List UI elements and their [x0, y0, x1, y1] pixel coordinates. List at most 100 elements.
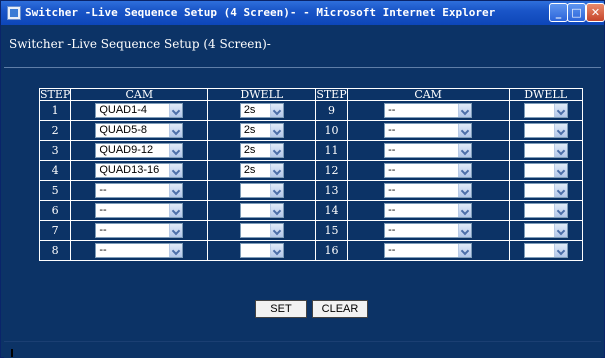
- cam-select[interactable]: --: [384, 143, 473, 158]
- step-number: 13: [315, 180, 348, 201]
- cam-select[interactable]: --: [384, 163, 473, 178]
- cam-select[interactable]: QUAD5-8: [95, 123, 184, 138]
- chevron-down-icon[interactable]: [553, 104, 567, 117]
- chevron-down-icon[interactable]: [458, 184, 472, 197]
- chevron-down-icon[interactable]: [269, 204, 283, 217]
- cam-select[interactable]: --: [95, 183, 184, 198]
- dwell-header: DWELL: [207, 88, 317, 101]
- cam-select[interactable]: --: [384, 203, 473, 218]
- dwell-cell: [508, 200, 583, 221]
- cam-select[interactable]: --: [384, 183, 473, 198]
- chevron-down-icon[interactable]: [269, 144, 283, 157]
- chevron-down-icon[interactable]: [269, 244, 283, 257]
- dwell-select[interactable]: 2s: [239, 123, 284, 138]
- chevron-down-icon[interactable]: [458, 204, 472, 217]
- cam-select[interactable]: --: [384, 243, 473, 258]
- status-marker: [11, 349, 13, 357]
- step-number: 12: [315, 160, 348, 181]
- cam-select[interactable]: --: [95, 203, 184, 218]
- cam-select[interactable]: --: [95, 243, 184, 258]
- dwell-select[interactable]: [523, 163, 568, 178]
- chevron-down-icon[interactable]: [169, 204, 183, 217]
- dwell-cell: [508, 180, 583, 201]
- minimize-button[interactable]: _: [549, 3, 568, 22]
- chevron-down-icon[interactable]: [269, 184, 283, 197]
- chevron-down-icon[interactable]: [169, 144, 183, 157]
- dwell-select[interactable]: [523, 143, 568, 158]
- chevron-down-icon[interactable]: [553, 124, 567, 137]
- status-bar: [4, 341, 601, 358]
- chevron-down-icon[interactable]: [169, 164, 183, 177]
- dwell-cell: [508, 220, 583, 241]
- dwell-select[interactable]: [239, 243, 284, 258]
- table-header-row: STEP CAM DWELL STEP CAM DWELL: [38, 88, 583, 101]
- cam-cell: --: [346, 140, 510, 161]
- cam-cell: --: [70, 180, 209, 201]
- dwell-select[interactable]: [239, 203, 284, 218]
- cam-select[interactable]: --: [95, 223, 184, 238]
- cam-cell: QUAD13-16: [70, 160, 209, 181]
- chevron-down-icon[interactable]: [458, 224, 472, 237]
- cam-cell: --: [346, 180, 510, 201]
- close-button[interactable]: ✕: [586, 3, 605, 22]
- dwell-select[interactable]: 2s: [239, 143, 284, 158]
- chevron-down-icon[interactable]: [169, 104, 183, 117]
- chevron-down-icon[interactable]: [269, 104, 283, 117]
- cam-select[interactable]: QUAD9-12: [95, 143, 184, 158]
- step-number: 11: [315, 140, 348, 161]
- chevron-down-icon[interactable]: [458, 244, 472, 257]
- chevron-down-icon[interactable]: [553, 184, 567, 197]
- chevron-down-icon[interactable]: [553, 224, 567, 237]
- dwell-select[interactable]: [239, 183, 284, 198]
- chevron-down-icon[interactable]: [553, 144, 567, 157]
- dwell-cell: 2s: [207, 160, 317, 181]
- chevron-down-icon[interactable]: [553, 244, 567, 257]
- table-row: 3 QUAD9-12 2s 11 --: [38, 140, 583, 161]
- cam-cell: --: [346, 100, 510, 121]
- dwell-select[interactable]: 2s: [239, 163, 284, 178]
- title-bar[interactable]: Switcher -Live Sequence Setup (4 Screen)…: [1, 1, 605, 25]
- chevron-down-icon[interactable]: [458, 124, 472, 137]
- chevron-down-icon[interactable]: [458, 164, 472, 177]
- cam-select[interactable]: --: [384, 123, 473, 138]
- table-body: 1 QUAD1-4 2s 9 -- 2 QUAD5-8 2s 10 -- 3 QUAD9-12 2s 11…: [38, 100, 583, 261]
- dwell-cell: 2s: [207, 140, 317, 161]
- chevron-down-icon[interactable]: [553, 204, 567, 217]
- chevron-down-icon[interactable]: [553, 164, 567, 177]
- chevron-down-icon[interactable]: [169, 224, 183, 237]
- step-number: 6: [38, 200, 72, 221]
- dwell-select[interactable]: [523, 223, 568, 238]
- dwell-select[interactable]: [523, 243, 568, 258]
- dwell-select[interactable]: 2s: [239, 103, 284, 118]
- chevron-down-icon[interactable]: [269, 224, 283, 237]
- chevron-down-icon[interactable]: [169, 124, 183, 137]
- dwell-select[interactable]: [523, 103, 568, 118]
- chevron-down-icon[interactable]: [169, 244, 183, 257]
- set-button[interactable]: SET: [255, 300, 307, 318]
- chevron-down-icon[interactable]: [169, 184, 183, 197]
- cam-select[interactable]: QUAD13-16: [95, 163, 184, 178]
- dwell-select[interactable]: [239, 223, 284, 238]
- dwell-cell: [508, 120, 583, 141]
- chevron-down-icon[interactable]: [458, 144, 472, 157]
- dwell-cell: [508, 140, 583, 161]
- cam-cell: --: [70, 220, 209, 241]
- sequence-table: STEP CAM DWELL STEP CAM DWELL 1 QUAD1-4 2s…: [38, 88, 583, 261]
- cam-cell: QUAD5-8: [70, 120, 209, 141]
- cam-cell: --: [346, 120, 510, 141]
- maximize-button[interactable]: □: [567, 3, 586, 22]
- chevron-down-icon[interactable]: [458, 104, 472, 117]
- cam-select[interactable]: --: [384, 223, 473, 238]
- page-title: Switcher -Live Sequence Setup (4 Screen)…: [9, 37, 271, 51]
- chevron-down-icon[interactable]: [269, 124, 283, 137]
- cam-select[interactable]: --: [384, 103, 473, 118]
- step-number: 1: [38, 100, 72, 121]
- cam-header: CAM: [346, 88, 510, 101]
- dwell-select[interactable]: [523, 183, 568, 198]
- chevron-down-icon[interactable]: [269, 164, 283, 177]
- cam-select[interactable]: QUAD1-4: [95, 103, 184, 118]
- cam-cell: --: [346, 160, 510, 181]
- dwell-select[interactable]: [523, 203, 568, 218]
- clear-button[interactable]: CLEAR: [312, 300, 368, 318]
- dwell-select[interactable]: [523, 123, 568, 138]
